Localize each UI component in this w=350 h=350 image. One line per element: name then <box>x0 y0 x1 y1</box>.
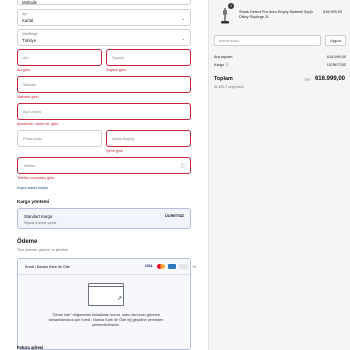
district-input[interactable]: Mahalle <box>17 76 191 93</box>
shipping-option-name: Standart Kargo <box>24 214 53 219</box>
discount-code-input[interactable]: İndirim kodu <box>214 35 321 46</box>
province-placeholder: Adres Başlığı <box>112 137 135 141</box>
postal-code-placeholder: Posta kodu <box>23 137 42 141</box>
shipping-option-price: ÜCRETSİZ <box>165 214 184 218</box>
postal-code-input[interactable]: Posta kodu <box>17 130 102 147</box>
district-error: Mahalle girin <box>17 95 39 99</box>
amex-icon <box>168 264 176 269</box>
total-currency: TRY <box>304 77 311 82</box>
first-name-input[interactable]: Ad <box>17 49 102 66</box>
save-address-link[interactable]: Kaydı adres kullan <box>17 186 48 190</box>
checkout-form: Mahalle İlçe Kartal ⌄ Ülke/Bölge Türkiye… <box>0 0 208 350</box>
subtotal-label: Ara toplam <box>214 55 233 59</box>
first-name-error: Ad girin <box>17 68 30 72</box>
phone-error: Telefon numarası girin <box>17 176 55 180</box>
billing-title: Fatura adresi <box>17 345 44 350</box>
chevron-down-icon: ⌄ <box>181 16 185 21</box>
city-value: Kartal <box>22 17 34 23</box>
quantity-badge: 1 <box>228 3 234 9</box>
payment-subtitle: Tüm işlemler güvenli ve şifrelidir. <box>17 248 69 252</box>
subtotal-row: Ara toplam 616.999,00 <box>214 55 346 59</box>
tax-note: 82.833,7 vergi dahil <box>214 85 244 89</box>
payment-title: Ödeme <box>17 239 38 245</box>
city-select[interactable]: İlçe Kartal ⌄ <box>17 9 191 26</box>
discover-icon <box>179 264 188 269</box>
product-vacuum-image <box>221 8 229 24</box>
payment-method-header[interactable]: Kredi / Banka Kartı ile Öde VISA +4 <box>18 259 196 275</box>
apply-discount-button[interactable]: Uygula <box>325 35 346 46</box>
redirect-browser-icon: ↗ <box>88 283 124 306</box>
visa-icon: VISA <box>145 264 153 268</box>
shipping-value: ÜCRETSİZ <box>327 63 346 67</box>
city-label: İlçe <box>22 12 27 16</box>
district-placeholder: Mahalle <box>23 83 37 87</box>
shipping-option-standard[interactable]: Standart Kargo Sipariş üzerine yapılır Ü… <box>17 208 191 229</box>
mastercard-icon <box>157 264 165 269</box>
phone-placeholder: Telefon <box>23 164 36 168</box>
street-input[interactable]: Açık Adres <box>17 103 191 120</box>
product-name: Shark Detect Pro Auto-Empty Sistemli Şar… <box>239 10 313 19</box>
help-circle-icon[interactable]: ⓘ <box>181 163 186 169</box>
shipping-label: Kargo ⓘ <box>214 63 229 67</box>
chevron-down-icon: ⌄ <box>181 36 185 41</box>
street-placeholder: Açık Adres <box>23 110 42 114</box>
payment-method-box[interactable]: Kredi / Banka Kartı ile Öde VISA +4 ↗ "Ş… <box>17 258 196 350</box>
country-label: Ülke/Bölge <box>22 32 38 36</box>
district-clipped-field[interactable]: Mahalle <box>17 0 191 5</box>
country-select[interactable]: Ülke/Bölge Türkiye ⌄ <box>17 29 191 46</box>
total-label: Toplam <box>214 76 233 82</box>
phone-input[interactable]: Telefon ⓘ <box>17 157 191 174</box>
shipping-title: Kargo yöntemi <box>17 199 50 204</box>
shipping-option-desc: Sipariş üzerine yapılır <box>24 221 57 225</box>
province-error: Şehir girin <box>106 149 124 153</box>
country-value: Türkiye <box>22 37 37 43</box>
last-name-input[interactable]: Soyadı <box>106 49 191 66</box>
district-clipped-value: Mahalle <box>22 0 38 5</box>
product-price: 616.999,00 <box>322 10 342 14</box>
province-input[interactable]: Adres Başlığı <box>106 130 191 147</box>
subtotal-value: 616.999,00 <box>326 55 346 59</box>
discount-code-placeholder: İndirim kodu <box>219 39 239 44</box>
street-error: Apartman, daire vb. girin <box>17 122 59 126</box>
last-name-placeholder: Soyadı <box>112 56 124 60</box>
last-name-error: Soyadı girin <box>106 68 127 72</box>
first-name-placeholder: Ad <box>23 56 28 60</box>
total-value: 616.999,00 <box>314 76 345 82</box>
more-cards-count: +4 <box>192 264 196 269</box>
redirect-text: "Şimdi öde" düğmesine tıkladıktan sonra,… <box>48 313 164 328</box>
shipping-row: Kargo ⓘ ÜCRETSİZ <box>214 63 346 68</box>
order-summary: 1 Shark Detect Pro Auto-Empty Sistemli Ş… <box>208 0 350 350</box>
payment-method-label: Kredi / Banka Kartı ile Öde <box>25 265 70 269</box>
